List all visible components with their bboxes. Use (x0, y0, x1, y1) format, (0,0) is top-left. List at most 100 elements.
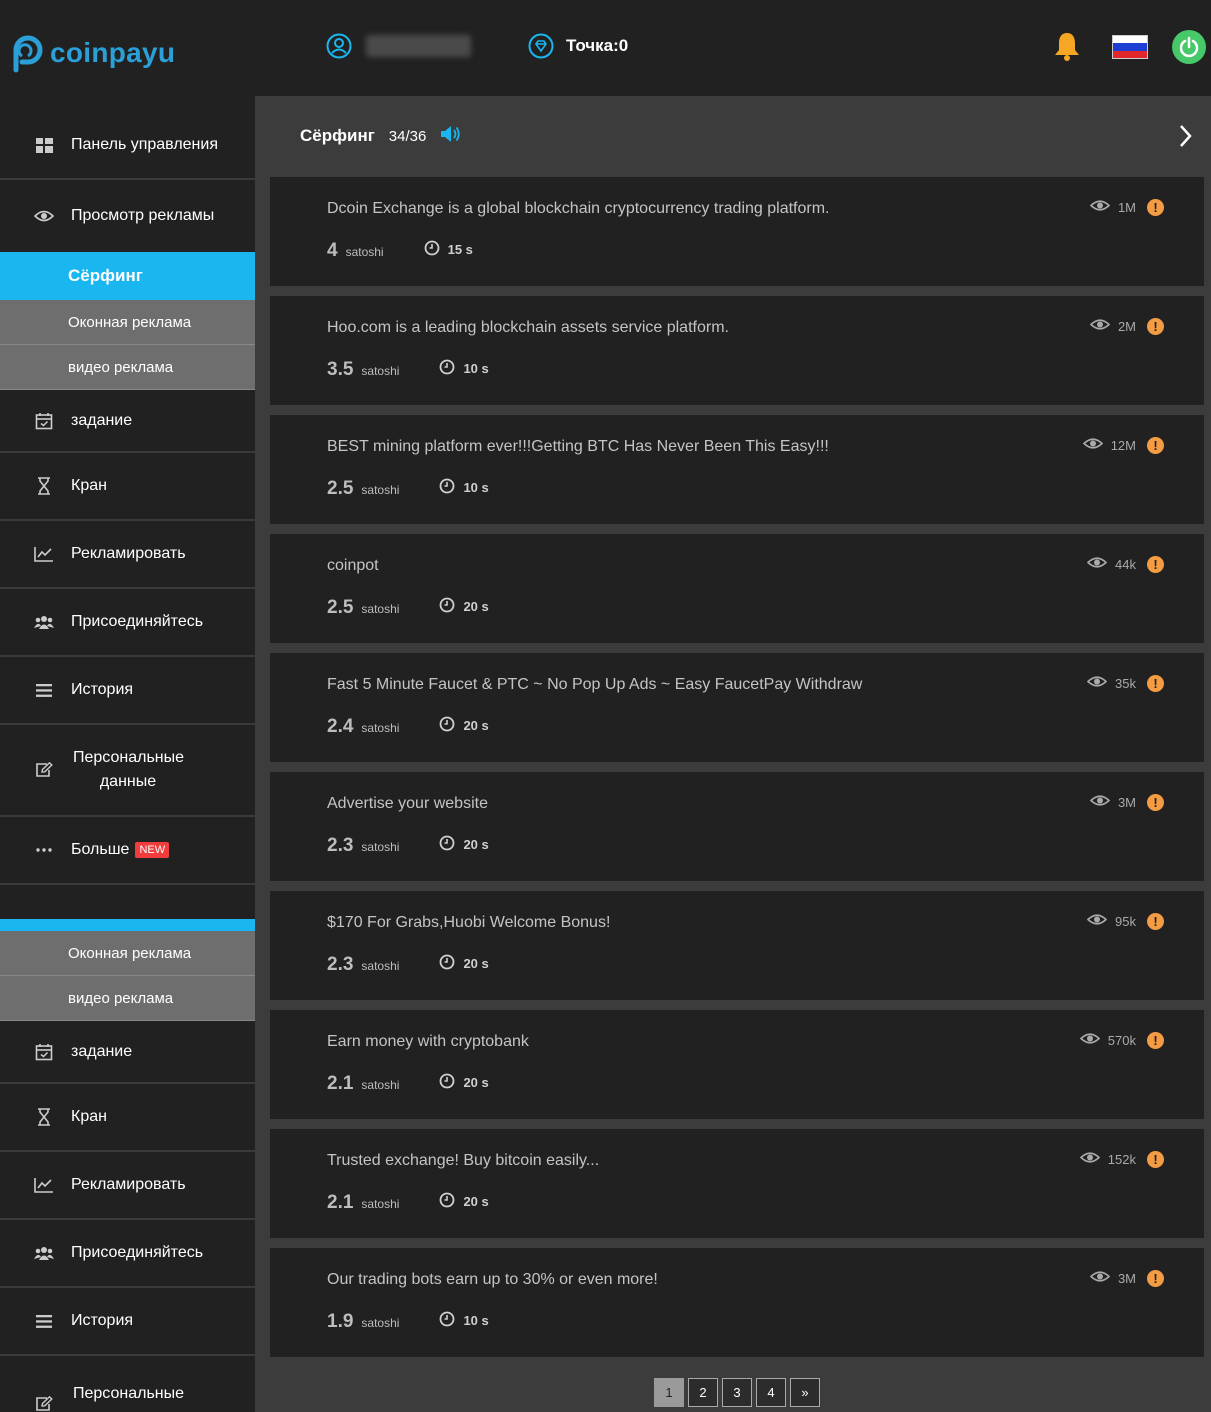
sidebar-item-join[interactable]: Присоединяйтесь (0, 589, 255, 657)
sidebar-item-label: Сёрфинг (68, 266, 143, 285)
sidebar-item-label: Рекламировать (71, 1176, 186, 1193)
ad-card[interactable]: Earn money with cryptobank 2.1 satoshi 20 s… (270, 1010, 1204, 1119)
sidebar-item-history[interactable]: История (0, 657, 255, 725)
ad-title[interactable]: Dcoin Exchange is a global blockchain cr… (327, 200, 829, 218)
ad-card[interactable]: Trusted exchange! Buy bitcoin easily... 2… (270, 1129, 1204, 1238)
clock-icon (439, 597, 463, 616)
ad-title[interactable]: BEST mining platform ever!!!Getting BTC … (327, 438, 829, 456)
views-count: 3M (1117, 794, 1136, 810)
report-icon[interactable]: ! (1147, 556, 1164, 573)
sidebar-item-faucet[interactable]: Кран (0, 453, 255, 521)
page-button[interactable]: 2 (688, 1378, 718, 1407)
sidebar-item-window-ads[interactable]: Оконная реклама (0, 300, 255, 345)
ad-title[interactable]: coinpot (327, 557, 379, 575)
clock-icon (439, 835, 463, 854)
logo[interactable]: coinpayu (8, 32, 175, 76)
ad-card[interactable]: Fast 5 Minute Faucet & PTC ~ No Pop Up A… (270, 653, 1204, 762)
duration-value: 20 s (463, 1075, 489, 1090)
ad-title[interactable]: Fast 5 Minute Faucet & PTC ~ No Pop Up A… (327, 676, 862, 694)
reward-unit: satoshi (345, 245, 384, 259)
sidebar-item-label: Рекламировать (71, 545, 186, 562)
ad-title[interactable]: Hoo.com is a leading blockchain assets s… (327, 319, 729, 337)
sidebar-item-personal[interactable]: Персональные (0, 1356, 255, 1412)
report-icon[interactable]: ! (1147, 675, 1164, 692)
reward-amount: 2.4 (327, 716, 354, 737)
ad-card[interactable]: Our trading bots earn up to 30% or even … (270, 1248, 1204, 1357)
ad-reward: 2.1 satoshi 20 s (327, 1073, 489, 1095)
chart-icon (34, 544, 54, 564)
duration-value: 20 s (463, 837, 489, 852)
sidebar-item-personal[interactable]: Персональные данные (0, 725, 255, 817)
report-icon[interactable]: ! (1147, 199, 1164, 216)
chevron-right-icon[interactable] (1179, 124, 1193, 153)
ad-card[interactable]: BEST mining platform ever!!!Getting BTC … (270, 415, 1204, 524)
ad-card[interactable]: Hoo.com is a leading blockchain assets s… (270, 296, 1204, 405)
page-button[interactable]: 1 (654, 1378, 684, 1407)
views-count: 3M (1117, 1270, 1136, 1286)
sidebar-item-label: Кран (71, 477, 107, 494)
sidebar-item-surfing[interactable]: Сёрфинг (0, 252, 255, 300)
sidebar-item-advertise[interactable]: Рекламировать (0, 521, 255, 589)
ad-title[interactable]: Trusted exchange! Buy bitcoin easily... (327, 1152, 599, 1170)
sidebar-item-history[interactable]: История (0, 1288, 255, 1356)
sidebar-item-join[interactable]: Присоединяйтесь (0, 1220, 255, 1288)
bell-icon[interactable] (1052, 30, 1082, 67)
ad-title[interactable]: Advertise your website (327, 795, 488, 813)
chart-icon (34, 1175, 54, 1195)
sidebar-item-view-ads[interactable]: Просмотр рекламы (0, 180, 255, 252)
report-icon[interactable]: ! (1147, 1270, 1164, 1287)
ad-card[interactable]: coinpot 2.5 satoshi 20 s 44k! (270, 534, 1204, 643)
sidebar-item-faucet[interactable]: Кран (0, 1084, 255, 1152)
sidebar-item-task[interactable]: задание (0, 390, 255, 453)
report-icon[interactable]: ! (1147, 1151, 1164, 1168)
ad-title[interactable]: Earn money with cryptobank (327, 1033, 529, 1051)
ad-reward: 3.5 satoshi 10 s (327, 359, 489, 381)
ad-duration: 20 s (439, 1192, 489, 1211)
views-count: 570k (1107, 1032, 1136, 1048)
ad-duration: 10 s (439, 478, 489, 497)
sidebar-item-task[interactable]: задание (0, 1021, 255, 1084)
power-icon[interactable] (1172, 30, 1206, 64)
sidebar-item-label: История (71, 1312, 134, 1329)
page-button[interactable]: 3 (722, 1378, 752, 1407)
points-label: Точка:0 (566, 36, 629, 55)
flag-ru-icon[interactable] (1112, 35, 1148, 59)
sound-icon[interactable] (440, 124, 462, 149)
sidebar-item-label: задание (71, 411, 133, 429)
reward-unit: satoshi (361, 1316, 400, 1330)
sidebar-item-advertise[interactable]: Рекламировать (0, 1152, 255, 1220)
sidebar-item-window-ads[interactable]: Оконная реклама (0, 931, 255, 976)
sidebar: Панель управления Просмотр рекламы Сёрфи… (0, 96, 255, 1412)
ad-card[interactable]: Dcoin Exchange is a global blockchain cr… (270, 177, 1204, 286)
ad-duration: 20 s (439, 835, 489, 854)
list-icon (34, 1311, 54, 1331)
report-icon[interactable]: ! (1147, 913, 1164, 930)
sidebar-item-label: задание (71, 1042, 133, 1060)
ad-title[interactable]: Our trading bots earn up to 30% or even … (327, 1271, 658, 1289)
eye-icon (1089, 318, 1118, 334)
hourglass-icon (34, 476, 54, 496)
clock-icon (439, 1073, 463, 1092)
ad-title[interactable]: $170 For Grabs,Huobi Welcome Bonus! (327, 914, 610, 932)
ad-card[interactable]: $170 For Grabs,Huobi Welcome Bonus! 2.3 sa… (270, 891, 1204, 1000)
ad-views: 1M (1089, 199, 1136, 215)
ad-views: 35k (1086, 675, 1136, 691)
page-button[interactable]: 4 (756, 1378, 786, 1407)
report-icon[interactable]: ! (1147, 437, 1164, 454)
sidebar-item-video-ads[interactable]: видео реклама (0, 345, 255, 390)
ad-card[interactable]: Advertise your website 2.3 satoshi 20 s 3M! (270, 772, 1204, 881)
sidebar-item-label: Просмотр рекламы (71, 207, 215, 224)
report-icon[interactable]: ! (1147, 318, 1164, 335)
report-icon[interactable]: ! (1147, 1032, 1164, 1049)
reward-amount: 2.1 (327, 1192, 354, 1213)
sidebar-item-video-ads[interactable]: видео реклама (0, 976, 255, 1021)
report-icon[interactable]: ! (1147, 794, 1164, 811)
next-page-button[interactable]: » (790, 1378, 820, 1407)
sidebar-item-more[interactable]: Больше NEW (0, 817, 255, 885)
calendar-icon (34, 1042, 54, 1062)
user-profile[interactable] (326, 33, 471, 59)
users-icon (34, 612, 54, 632)
views-count: 95k (1115, 913, 1136, 929)
sidebar-item-dashboard[interactable]: Панель управления (0, 112, 255, 180)
sidebar-item-label: Персональные (73, 1385, 185, 1402)
